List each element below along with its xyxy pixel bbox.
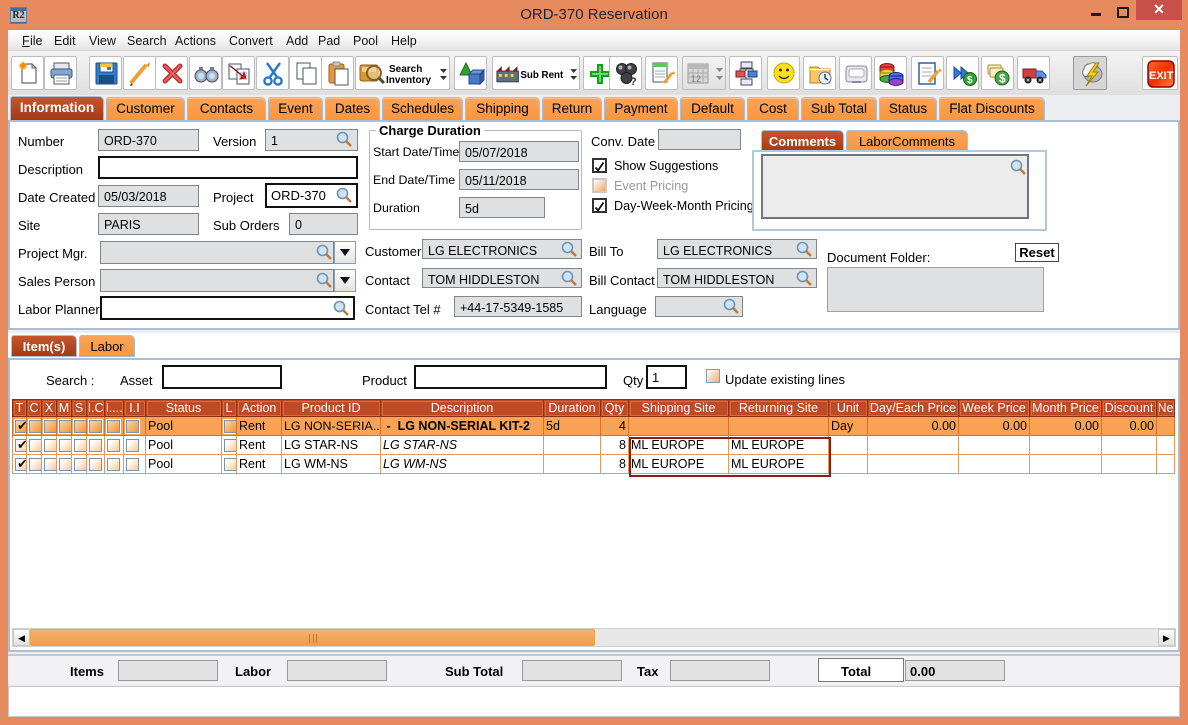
svg-text:?: ? bbox=[630, 76, 637, 88]
svg-text:Inventory: Inventory bbox=[386, 75, 431, 86]
svg-text:Sub Rent: Sub Rent bbox=[520, 70, 564, 81]
svg-text:EXIT: EXIT bbox=[1149, 70, 1174, 82]
svg-text:Search: Search bbox=[389, 64, 422, 75]
svg-text:$: $ bbox=[967, 75, 973, 86]
svg-text:12: 12 bbox=[691, 74, 701, 84]
svg-text:$: $ bbox=[999, 72, 1006, 86]
